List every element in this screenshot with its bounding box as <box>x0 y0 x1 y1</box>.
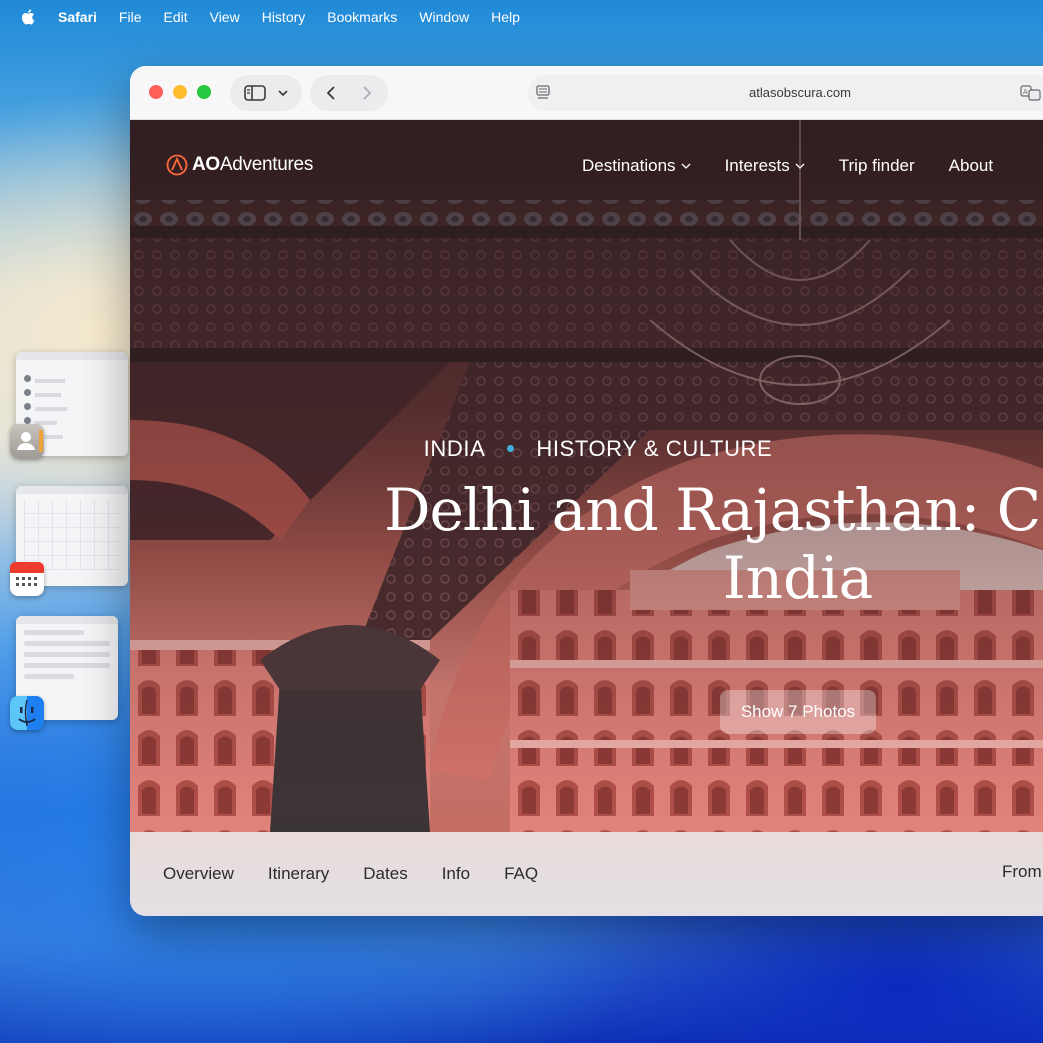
sidebar-toggle-group[interactable] <box>230 75 302 111</box>
site-header: AOAdventures Destinations Interests Trip… <box>130 120 1043 214</box>
chevron-down-icon <box>795 163 805 169</box>
menu-history[interactable]: History <box>262 9 306 25</box>
ao-logo-icon <box>166 154 188 176</box>
subnav-faq[interactable]: FAQ <box>504 864 538 884</box>
site-logo[interactable]: AOAdventures <box>166 154 313 176</box>
thumb-row <box>24 630 84 635</box>
nav-interests-label: Interests <box>724 156 790 175</box>
eyebrow-country[interactable]: INDIA <box>424 436 486 461</box>
minimize-window-button[interactable] <box>173 85 187 99</box>
show-photos-button[interactable]: Show 7 Photos <box>720 690 876 734</box>
svg-text:A: A <box>1023 88 1028 96</box>
back-arrow-icon[interactable] <box>326 85 336 101</box>
subnav-info[interactable]: Info <box>442 864 470 884</box>
safari-window: atlasobscura.com A AOAdventures Destinat… <box>130 66 1043 916</box>
finder-face-icon <box>18 699 36 727</box>
browser-toolbar: atlasobscura.com A <box>130 66 1043 120</box>
thumb-toolbar <box>16 486 128 494</box>
forward-arrow-icon[interactable] <box>362 85 372 101</box>
apple-menu-icon[interactable] <box>20 8 38 26</box>
subnav-overview[interactable]: Overview <box>163 864 234 884</box>
trip-category-eyebrow: INDIA HISTORY & CULTURE <box>130 436 1043 462</box>
trip-title-line1: Delhi and Rajasthan: Co <box>384 476 1043 544</box>
navigation-group <box>310 75 388 111</box>
menu-file[interactable]: File <box>119 9 142 25</box>
zoom-window-button[interactable] <box>197 85 211 99</box>
logo-text: AOAdventures <box>192 154 313 176</box>
menu-window[interactable]: Window <box>419 9 469 25</box>
nav-interests[interactable]: Interests <box>725 156 805 176</box>
menu-bar: Safari File Edit View History Bookmarks … <box>0 0 1043 34</box>
logo-rest-text: Adventures <box>219 154 314 175</box>
thumb-toolbar <box>16 352 128 360</box>
menu-view[interactable]: View <box>210 9 240 25</box>
nav-destinations[interactable]: Destinations <box>582 156 691 176</box>
menu-edit[interactable]: Edit <box>163 9 187 25</box>
finder-app-icon[interactable] <box>10 696 44 730</box>
subnav-dates[interactable]: Dates <box>363 864 407 884</box>
eyebrow-category[interactable]: HISTORY & CULTURE <box>536 436 772 461</box>
address-bar[interactable]: atlasobscura.com A <box>528 75 1043 111</box>
thumb-row <box>24 652 110 657</box>
menu-bookmarks[interactable]: Bookmarks <box>327 9 397 25</box>
menu-help[interactable]: Help <box>491 9 520 25</box>
chevron-down-icon <box>681 163 691 169</box>
nav-destinations-label: Destinations <box>582 156 676 175</box>
hero-section: AOAdventures Destinations Interests Trip… <box>130 120 1043 832</box>
chevron-down-icon[interactable] <box>278 89 288 97</box>
price-from-label: From <box>1002 862 1042 881</box>
main-nav: Destinations Interests Trip finder About <box>582 156 1027 176</box>
url-text: atlasobscura.com <box>749 85 851 100</box>
nav-trip-finder-label: Trip finder <box>838 156 915 175</box>
thumb-row <box>24 641 110 646</box>
thumb-row <box>24 663 110 668</box>
thumb-calendar-grid <box>24 500 120 570</box>
calendar-icon <box>10 562 44 586</box>
contact-card-icon <box>17 430 43 452</box>
thumb-row <box>24 674 74 679</box>
nav-about-label: About <box>948 156 994 175</box>
contacts-app-icon[interactable] <box>10 424 44 458</box>
subnav-itinerary[interactable]: Itinerary <box>268 864 329 884</box>
logo-bold-text: AO <box>192 154 220 175</box>
sidebar-icon[interactable] <box>244 85 266 101</box>
eyebrow-separator-dot <box>507 444 515 452</box>
nav-trip-finder[interactable]: Trip finder <box>839 156 915 176</box>
trip-title-line2: India <box>722 544 874 612</box>
close-window-button[interactable] <box>149 85 163 99</box>
thumb-toolbar <box>16 616 118 624</box>
translate-icon[interactable]: A <box>1020 85 1042 101</box>
menu-app-safari[interactable]: Safari <box>58 9 97 25</box>
nav-about[interactable]: About <box>949 156 993 176</box>
calendar-app-icon[interactable] <box>10 562 44 596</box>
trip-subnav: Overview Itinerary Dates Info FAQ From <box>130 832 1043 916</box>
